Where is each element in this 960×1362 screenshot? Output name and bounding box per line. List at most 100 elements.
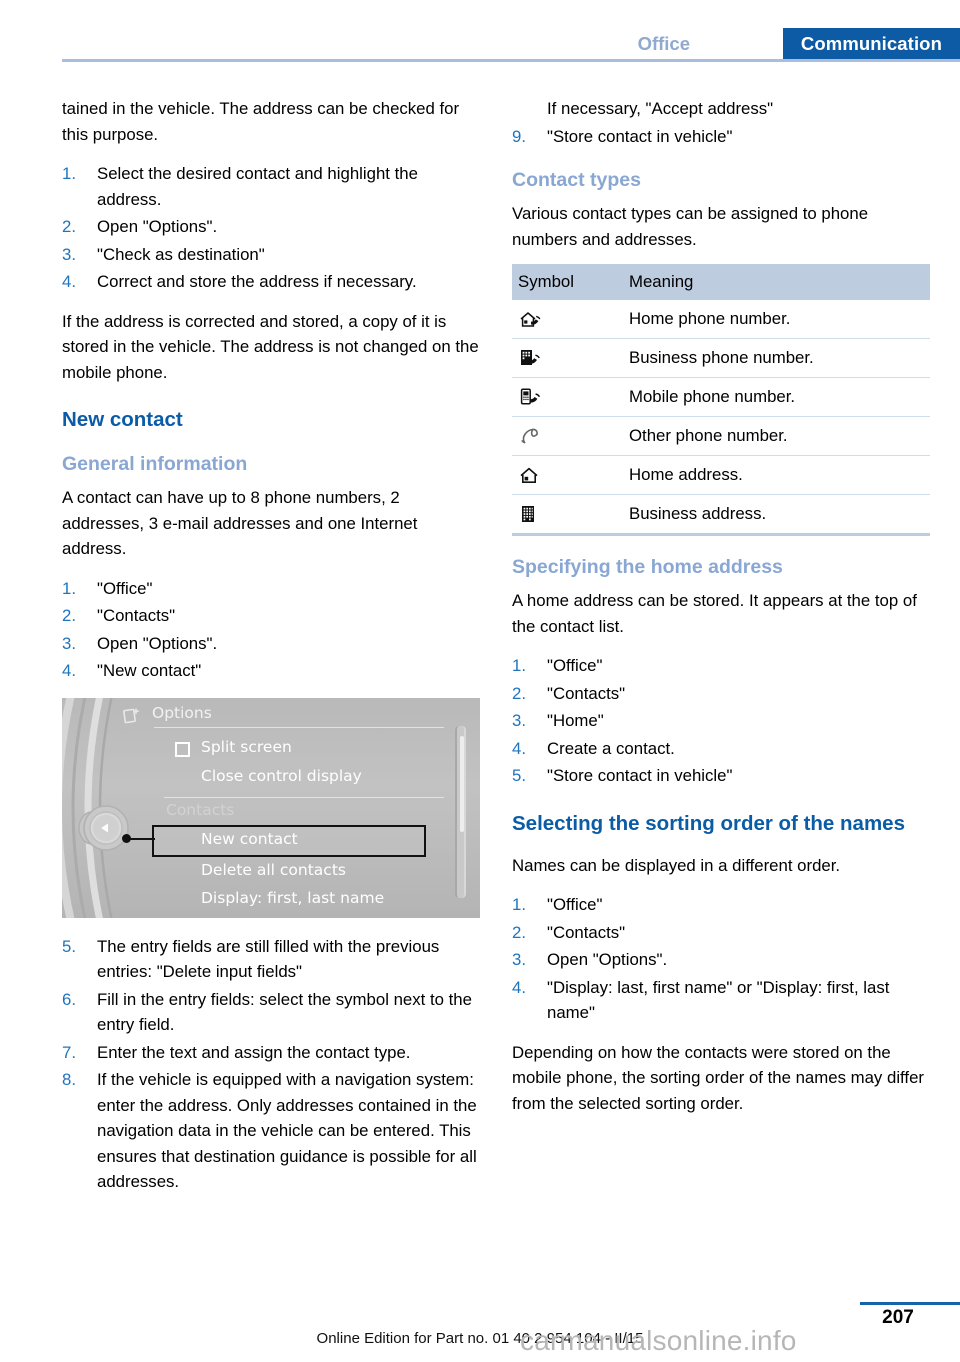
table-row: Business address.: [512, 494, 930, 536]
home-phone-icon: [520, 312, 541, 327]
step-number: 1.: [62, 578, 76, 598]
step-number: 1.: [62, 164, 76, 183]
heading-specifying-home-address: Specifying the home address: [512, 556, 783, 578]
table-row: Home address.: [512, 455, 930, 495]
idrive-item-split-screen[interactable]: Split screen: [201, 738, 292, 756]
table-cell-meaning: Business phone number.: [623, 338, 930, 378]
steps-new-contact-a: 1. "Office" 2. "Contacts" 3. Open "Optio…: [62, 576, 480, 684]
page-number-rule: [860, 1302, 960, 1305]
left-column: tained in the vehicle. The address can b…: [62, 96, 480, 1209]
step-text: Create a contact.: [547, 738, 675, 758]
page-number: 207: [882, 1307, 914, 1328]
business-phone-icon: [521, 350, 540, 365]
home-address-icon: [520, 467, 538, 483]
list-item: 9. "Store contact in vehicle": [512, 124, 930, 150]
list-item: 7. Enter the text and assign the contact…: [62, 1040, 480, 1066]
step-number: 7.: [62, 1042, 76, 1062]
header-section-label: Office: [637, 33, 690, 54]
table-header-row: Symbol Meaning: [512, 264, 930, 300]
step-number: 2.: [62, 217, 76, 236]
list-item: 2. "Contacts": [512, 920, 930, 946]
list-item: 5. "Store contact in vehicle": [512, 763, 930, 789]
step-text: "Home": [547, 711, 604, 730]
list-item: 1. "Office": [62, 576, 480, 602]
idrive-menu-title: Options: [152, 703, 212, 722]
edition-note: Online Edition for Part no. 01 40 2 954 …: [316, 1330, 644, 1347]
idrive-item-new-contact[interactable]: New contact: [201, 830, 298, 848]
idrive-callout-dot: [122, 833, 131, 843]
step-number: 4.: [512, 738, 526, 758]
header-section-office: Office: [638, 28, 690, 60]
contact-types-paragraph: Various contact types can be assigned to…: [512, 204, 869, 249]
header-divider: [62, 59, 960, 62]
split-screen-checkbox[interactable]: [175, 741, 190, 757]
step-text: "Contacts": [97, 606, 176, 625]
list-item: 4. "Display: last, first name" or "Displ…: [512, 975, 930, 1026]
table-cell-meaning: Mobile phone number.: [623, 377, 930, 417]
step-text: "New contact": [97, 661, 202, 680]
header-chapter-label: Communication: [800, 33, 942, 54]
list-item: 5. The entry fields are still filled wit…: [62, 934, 480, 985]
table-cell-meaning: Home address.: [623, 455, 930, 495]
step-text: "Office": [97, 578, 153, 598]
heading-general-information: General information: [62, 453, 248, 475]
column-header-symbol: Symbol: [512, 264, 623, 300]
step-text: Open "Options".: [97, 217, 218, 236]
step-number: 2.: [512, 922, 526, 942]
other-phone-icon: [521, 428, 538, 444]
table-cell-meaning: Business address.: [623, 494, 930, 536]
step-number: 3.: [512, 711, 526, 730]
step-number: 2.: [62, 606, 76, 625]
step-text: "Display: last, first name" or "Display:…: [547, 977, 890, 1023]
step-text: Select the desired contact and highlight…: [97, 164, 418, 209]
mobile-phone-icon: [520, 388, 541, 405]
sorting-paragraph: Names can be displayed in a different or…: [512, 855, 841, 875]
idrive-item-delete-all-contacts[interactable]: Delete all contacts: [201, 861, 346, 879]
step-text: "Contacts": [547, 922, 626, 942]
heading-new-contact: New contact: [62, 408, 183, 431]
right-column: If necessary, "Accept address" 9. "Store…: [512, 96, 930, 1130]
table-row: Other phone number.: [512, 416, 930, 456]
idrive-group-label-contacts: Contacts: [166, 800, 235, 819]
list-item: 3. "Check as destination": [62, 242, 480, 268]
idrive-controller-left-icon[interactable]: [74, 796, 138, 860]
list-item: 6. Fill in the entry fields: select the …: [62, 987, 480, 1038]
step-text: "Office": [547, 656, 603, 675]
contact-types-table: Symbol Meaning Home phone number. Busine…: [512, 264, 930, 536]
step-number: 4.: [62, 272, 76, 291]
idrive-scroll-thumb[interactable]: [460, 735, 464, 832]
list-item: 3. Open "Options".: [62, 631, 480, 657]
header-chapter-banner: Communication: [782, 28, 960, 60]
step-number: 9.: [512, 126, 526, 146]
list-item: 8. If the vehicle is equipped with a nav…: [62, 1067, 480, 1195]
step-text: Open "Options".: [547, 950, 668, 969]
home-address-paragraph: A home address can be stored. It appears…: [512, 591, 917, 636]
column-header-meaning: Meaning: [623, 264, 930, 300]
step-number: 6.: [62, 989, 76, 1009]
list-item: 4. "New contact": [62, 658, 480, 684]
idrive-separator: [164, 796, 444, 798]
idrive-item-close-control-display[interactable]: Close control display: [201, 767, 362, 785]
step-number: 5.: [512, 766, 526, 785]
idrive-separator: [154, 726, 444, 728]
step-number: 2.: [512, 683, 526, 703]
list-item: 1. "Office": [512, 892, 930, 918]
steps-check-address: 1. Select the desired contact and highli…: [62, 161, 480, 295]
step-text: Fill in the entry fields: select the sym…: [97, 989, 472, 1035]
idrive-item-display-name-order[interactable]: Display: first, last name: [201, 889, 384, 907]
list-item: If necessary, "Accept address": [512, 96, 930, 122]
step-text: If necessary, "Accept address": [547, 99, 774, 118]
step-text: "Store contact in vehicle": [547, 766, 733, 785]
step-text: "Check as destination": [97, 244, 265, 264]
steps-new-contact-b: 5. The entry fields are still filled wit…: [62, 934, 480, 1195]
step-number: 5.: [62, 936, 76, 956]
steps-sorting-order: 1. "Office" 2. "Contacts" 3. Open "Optio…: [512, 892, 930, 1026]
step-text: Correct and store the address if necessa…: [97, 272, 417, 291]
table-row: Home phone number.: [512, 300, 930, 339]
table-cell-meaning: Other phone number.: [623, 416, 930, 456]
step-text: "Contacts": [547, 683, 626, 703]
steps-continued: If necessary, "Accept address" 9. "Store…: [512, 96, 930, 149]
step-number: 8.: [62, 1070, 76, 1089]
list-item: 4. Correct and store the address if nece…: [62, 269, 480, 295]
step-number: 3.: [62, 244, 76, 264]
